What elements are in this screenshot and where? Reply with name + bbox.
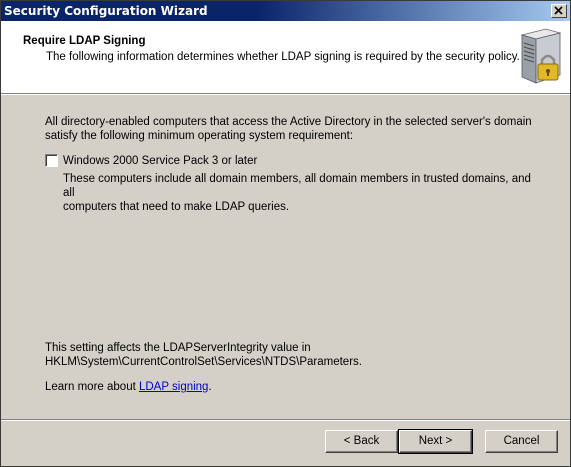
intro-line-2: satisfy the following minimum operating … xyxy=(45,130,354,142)
server-lock-icon xyxy=(520,28,562,84)
wizard-content: All directory-enabled computers that acc… xyxy=(1,95,570,419)
wizard-window: Security Configuration Wizard Require LD… xyxy=(0,0,571,467)
footer-divider-highlight xyxy=(1,420,570,421)
description-line-1: These computers include all domain membe… xyxy=(63,173,531,199)
intro-text: All directory-enabled computers that acc… xyxy=(45,115,545,143)
close-icon xyxy=(554,6,563,15)
page-description: The following information determines whe… xyxy=(46,51,520,63)
os-requirement-description: These computers include all domain membe… xyxy=(63,172,533,214)
next-button[interactable]: Next > xyxy=(398,429,473,454)
learn-more-suffix: . xyxy=(208,381,212,393)
title-bar[interactable]: Security Configuration Wizard xyxy=(1,1,570,21)
cancel-button[interactable]: Cancel xyxy=(485,430,558,453)
ldap-signing-link[interactable]: LDAP signing xyxy=(139,381,208,393)
description-line-2: computers that need to make LDAP queries… xyxy=(63,201,290,213)
window-title: Security Configuration Wizard xyxy=(4,4,208,18)
registry-setting-text: This setting affects the LDAPServerInteg… xyxy=(45,341,525,369)
back-button[interactable]: < Back xyxy=(325,430,398,453)
intro-line-1: All directory-enabled computers that acc… xyxy=(45,116,532,128)
setting-line-2: HKLM\System\CurrentControlSet\Services\N… xyxy=(45,356,362,368)
setting-line-1: This setting affects the LDAPServerInteg… xyxy=(45,342,311,354)
os-requirement-checkbox[interactable] xyxy=(45,154,58,167)
os-requirement-label[interactable]: Windows 2000 Service Pack 3 or later xyxy=(63,154,257,168)
close-button[interactable] xyxy=(551,4,567,18)
page-title: Require LDAP Signing xyxy=(23,35,146,47)
learn-more-prefix: Learn more about xyxy=(45,381,139,393)
learn-more-text: Learn more about LDAP signing. xyxy=(45,380,212,394)
wizard-header: Require LDAP Signing The following infor… xyxy=(1,21,570,93)
